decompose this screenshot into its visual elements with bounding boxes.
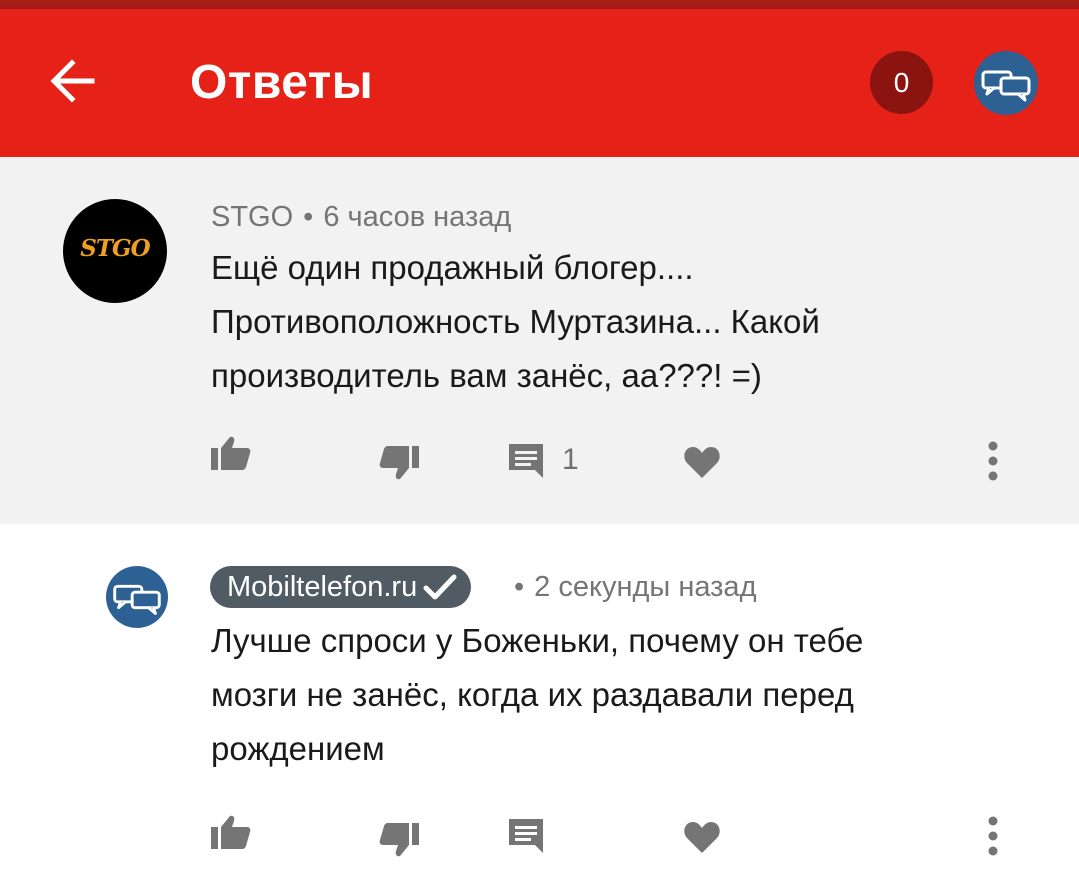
comment-time: 2 секунды назад	[534, 571, 757, 603]
back-button[interactable]	[44, 53, 100, 109]
author-verified-chip[interactable]: Mobiltelefon.ru	[210, 566, 472, 608]
comment-meta: • 2 секунды назад	[514, 571, 757, 604]
notification-count-badge[interactable]: 0	[870, 51, 933, 114]
status-bar-strip	[0, 0, 1079, 9]
page-title: Ответы	[190, 56, 374, 109]
chat-bubbles-icon	[981, 70, 1031, 102]
like-icon[interactable]	[210, 435, 252, 471]
comment-line: производитель вам занёс, аа???! =)	[211, 357, 762, 394]
comment-line: Ещё один продажный блогер....	[211, 249, 694, 286]
more-options-icon[interactable]	[987, 816, 999, 856]
comment-meta: STGO • 6 часов назад	[211, 201, 511, 234]
dislike-icon[interactable]	[378, 822, 420, 858]
reply-icon[interactable]	[508, 818, 544, 854]
dislike-icon[interactable]	[378, 445, 420, 481]
verified-check-icon	[423, 574, 457, 600]
avatar-logo-text: STGO	[80, 235, 150, 262]
comment-line: Лучше спроси у Боженьки, почему он тебе	[211, 622, 864, 659]
back-arrow-icon	[50, 59, 95, 103]
comment-line: рождением	[211, 730, 385, 767]
heart-icon[interactable]	[683, 445, 721, 479]
app-bar: Ответы 0	[0, 9, 1079, 157]
comment-text: Лучше спроси у Боженьки, почему он тебе …	[211, 614, 863, 776]
meta-separator: •	[303, 201, 314, 233]
account-button[interactable]	[974, 51, 1038, 115]
like-icon[interactable]	[210, 814, 252, 850]
comment-line: мозги не занёс, когда их раздавали перед	[211, 676, 854, 713]
heart-icon[interactable]	[683, 820, 721, 854]
comment-author: Mobiltelefon.ru	[227, 571, 418, 603]
meta-separator: •	[514, 571, 525, 603]
more-options-icon[interactable]	[987, 441, 999, 481]
comment-line: Противоположность Муртазина... Какой	[211, 303, 820, 340]
comment-author[interactable]: STGO	[211, 201, 293, 233]
chat-bubbles-icon	[113, 584, 161, 615]
reply-count: 1	[562, 443, 579, 476]
comment-time: 6 часов назад	[323, 201, 512, 233]
comment-actions: 1	[0, 429, 1079, 489]
author-avatar[interactable]: STGO	[63, 199, 167, 303]
parent-comment: STGO STGO • 6 часов назад Ещё один продажн…	[0, 157, 1079, 524]
author-avatar[interactable]	[106, 566, 168, 628]
reply-comment: Mobiltelefon.ru • 2 секунды назад Лучше с…	[0, 524, 1079, 883]
comment-actions	[0, 800, 1079, 860]
reply-icon[interactable]	[508, 443, 544, 479]
comment-text: Ещё один продажный блогер.... Противопол…	[211, 241, 820, 403]
